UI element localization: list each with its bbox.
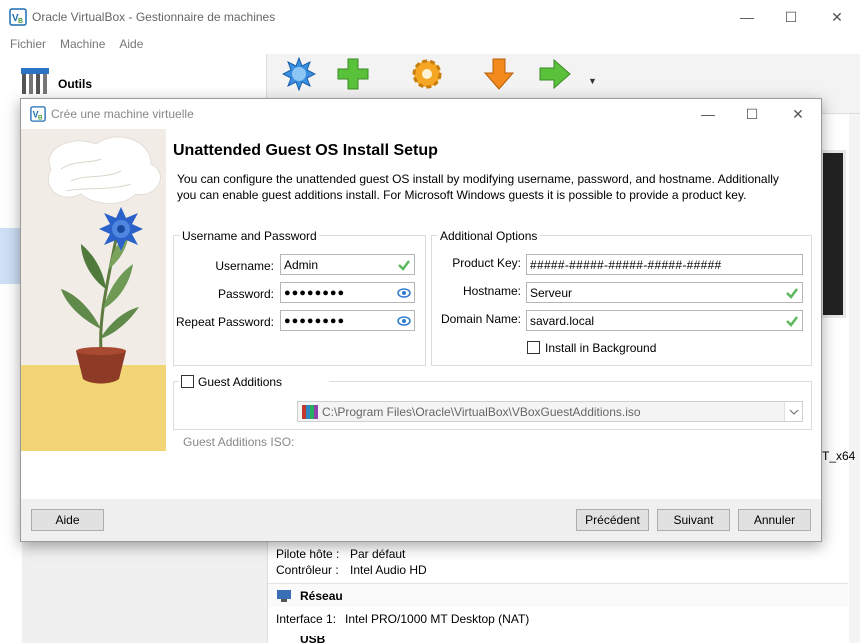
menu-aide[interactable]: Aide [119, 37, 143, 51]
network-icon [277, 590, 291, 602]
eye-icon[interactable] [397, 286, 411, 300]
guest-additions-checkbox[interactable] [181, 375, 194, 388]
network-heading: Réseau [300, 588, 343, 603]
repeat-password-value: ●●●●●●●● [284, 314, 346, 327]
additional-options-group-title: Additional Options [438, 229, 540, 243]
previous-button[interactable]: Précédent [576, 509, 649, 531]
interface-value: Intel PRO/1000 MT Desktop (NAT) [345, 612, 530, 626]
usb-heading: USB [300, 636, 326, 643]
virtualbox-logo-icon: V B [30, 106, 46, 122]
page-description: You can configure the unattended guest O… [177, 172, 779, 202]
check-icon [398, 259, 410, 271]
os-type-fragment: T_x64 [822, 449, 856, 463]
check-icon [786, 287, 798, 299]
page-heading: Unattended Guest OS Install Setup [173, 142, 438, 159]
main-window-title: Oracle VirtualBox - Gestionnaire de mach… [32, 10, 276, 24]
domain-name-label: Domain Name: [440, 312, 521, 326]
password-label: Password: [217, 287, 274, 301]
install-background-label[interactable]: Install in Background [545, 341, 656, 355]
username-input[interactable]: Admin [280, 254, 415, 275]
more-tools-chevron-icon[interactable]: ▼ [588, 76, 597, 86]
svg-text:B: B [18, 18, 23, 25]
dialog-title: Crée une machine virtuelle [51, 107, 194, 121]
menu-bar: Fichier Machine Aide [0, 34, 860, 54]
create-vm-dialog: V B Crée une machine virtuelle — ☐ ✕ Una… [20, 98, 822, 542]
guest-additions-label[interactable]: Guest Additions [198, 375, 282, 389]
next-button[interactable]: Suivant [657, 509, 730, 531]
menu-fichier[interactable]: Fichier [10, 37, 46, 51]
user-password-group-title: Username and Password [180, 229, 319, 243]
maximize-button[interactable]: ☐ [768, 0, 814, 34]
hostname-input[interactable]: Serveur [526, 282, 803, 303]
product-key-input[interactable]: #####-#####-#####-#####-##### [526, 254, 803, 275]
vm-preview [820, 150, 846, 318]
hostname-label: Hostname: [462, 284, 521, 298]
domain-name-input[interactable]: savard.local [526, 310, 803, 331]
wizard-illustration [21, 129, 166, 451]
username-value: Admin [284, 257, 319, 272]
audio-controller-value: Intel Audio HD [350, 563, 427, 577]
guest-additions-iso-value: C:\Program Files\Oracle\VirtualBox\VBoxG… [322, 404, 641, 419]
repeat-password-input[interactable]: ●●●●●●●● [280, 310, 415, 331]
dialog-close-button[interactable]: ✕ [775, 99, 821, 129]
network-section-header[interactable]: Réseau [268, 583, 848, 607]
dialog-minimize-button[interactable]: — [685, 99, 731, 129]
product-key-value: #####-#####-#####-#####-##### [530, 257, 722, 272]
eye-icon[interactable] [397, 314, 411, 328]
iso-disk-icon [302, 404, 318, 419]
password-value: ●●●●●●●● [284, 286, 346, 299]
close-button[interactable]: ✕ [814, 0, 860, 34]
check-icon [786, 315, 798, 327]
vm-list[interactable] [0, 114, 22, 643]
guest-additions-iso-label: Guest Additions ISO: [183, 435, 295, 449]
username-label: Username: [215, 259, 274, 273]
cancel-button[interactable]: Annuler [738, 509, 811, 531]
guest-additions-iso-select[interactable]: C:\Program Files\Oracle\VirtualBox\VBoxG… [297, 401, 803, 422]
svg-text:B: B [38, 114, 43, 121]
virtualbox-logo-icon: V B [9, 8, 27, 26]
password-input[interactable]: ●●●●●●●● [280, 282, 415, 303]
dialog-content: Unattended Guest OS Install Setup You ca… [21, 129, 821, 499]
settings-gear-icon[interactable] [410, 57, 444, 91]
vm-list-selected-item[interactable] [0, 228, 22, 284]
chevron-down-icon[interactable] [784, 402, 802, 421]
details-scrollbar[interactable] [849, 114, 860, 643]
audio-host-value: Par défaut [350, 547, 406, 561]
tools-label[interactable]: Outils [58, 77, 92, 91]
domain-name-value: savard.local [530, 313, 595, 328]
minimize-button[interactable]: — [724, 0, 770, 34]
repeat-password-label: Repeat Password: [175, 315, 274, 329]
hostname-value: Serveur [530, 285, 573, 300]
interface-label: Interface 1: [276, 612, 337, 626]
install-background-checkbox[interactable] [527, 341, 540, 354]
add-vm-icon[interactable] [336, 57, 370, 91]
help-button[interactable]: Aide [31, 509, 104, 531]
menu-machine[interactable]: Machine [60, 37, 105, 51]
audio-controller-label: Contrôleur : [276, 563, 339, 577]
new-vm-icon[interactable] [282, 57, 316, 91]
product-key-label: Product Key: [452, 256, 521, 270]
tools-icon[interactable] [20, 66, 50, 98]
start-arrow-icon[interactable] [538, 57, 572, 91]
dialog-footer: Aide Précédent Suivant Annuler [21, 499, 821, 541]
discard-arrow-icon[interactable] [482, 57, 516, 91]
audio-host-label: Pilote hôte : [276, 547, 340, 561]
dialog-maximize-button[interactable]: ☐ [729, 99, 775, 129]
